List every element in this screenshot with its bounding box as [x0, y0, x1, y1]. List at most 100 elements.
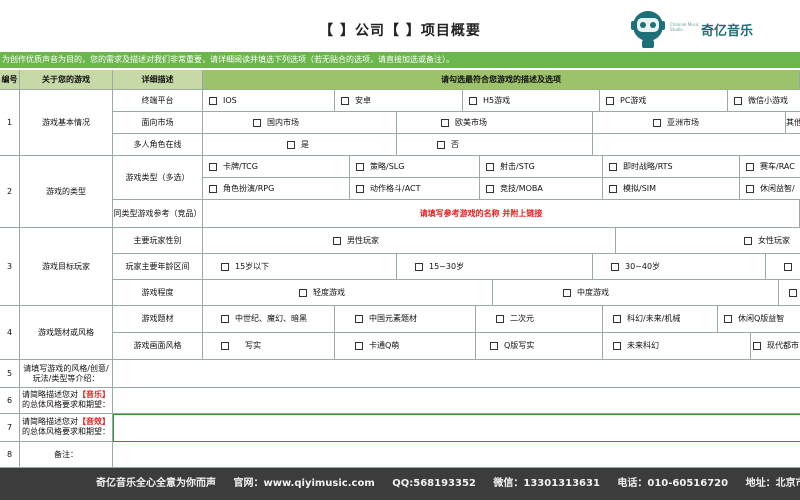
checkbox[interactable] [734, 96, 742, 105]
option-market[interactable]: 国内市场 [203, 112, 397, 134]
checkbox[interactable] [441, 118, 449, 127]
option-art[interactable]: 写实 [203, 333, 335, 360]
option-platform[interactable]: H5游戏 [463, 90, 600, 112]
checkbox[interactable] [221, 342, 229, 350]
checkbox[interactable] [469, 96, 477, 105]
option-gender[interactable]: 男性玩家 [203, 228, 616, 254]
checkbox[interactable] [437, 140, 445, 149]
checkbox[interactable] [355, 342, 363, 350]
checkbox[interactable] [486, 162, 494, 171]
section-title: 请简略描述您对【音效】的总体风格要求和期望： [20, 414, 113, 442]
option-genre[interactable]: 策略/SLG [350, 156, 480, 178]
checkbox[interactable] [209, 162, 217, 171]
header: 【 】公司【 】项目概要 Channel Music Studio 奇亿音乐 [0, 0, 800, 52]
checkbox[interactable] [606, 96, 614, 105]
option-art[interactable]: 卡通Q萌 [335, 333, 476, 360]
section-number: 8 [0, 442, 20, 468]
option-market[interactable]: 亚洲市场 [593, 112, 786, 134]
checkbox[interactable] [609, 184, 617, 193]
intro-input[interactable] [113, 360, 800, 388]
option-genre[interactable]: 即时战略/RTS [603, 156, 740, 178]
checkbox[interactable] [496, 315, 504, 323]
option-platform[interactable]: 微信小游戏 [728, 90, 800, 112]
checkbox[interactable] [609, 162, 617, 171]
checkbox[interactable] [221, 262, 229, 271]
checkbox[interactable] [490, 342, 498, 350]
checkbox[interactable] [784, 262, 792, 271]
option-age[interactable] [766, 254, 800, 280]
option-age[interactable]: 30~40岁 [593, 254, 766, 280]
section-number: 2 [0, 156, 20, 228]
row-label-age: 玩家主要年龄区间 [113, 254, 203, 280]
sfx-input[interactable] [113, 414, 800, 442]
checkbox[interactable] [341, 96, 349, 105]
option-degree[interactable]: 中度游戏 [493, 280, 779, 306]
option-platform[interactable]: IOS [203, 90, 335, 112]
checkbox[interactable] [355, 315, 363, 323]
option-genre[interactable]: 赛车/RAC [740, 156, 800, 178]
option-age[interactable]: 15~30岁 [397, 254, 593, 280]
checkbox[interactable] [744, 236, 752, 245]
footer: 奇亿音乐全心全意为你而声 官网：www.qiyimusic.com QQ:568… [0, 468, 800, 500]
checkbox[interactable] [209, 96, 217, 105]
checkbox[interactable] [746, 184, 754, 193]
logo-subtitle: Channel Music Studio [670, 22, 700, 32]
option-theme[interactable]: 科幻/未来/机械 [603, 306, 718, 333]
option-degree[interactable] [779, 280, 800, 306]
checkbox[interactable] [563, 288, 571, 297]
logo: Channel Music Studio 奇亿音乐 [628, 6, 798, 50]
option-age[interactable]: 15岁以下 [203, 254, 397, 280]
option-platform[interactable]: 安卓 [335, 90, 463, 112]
row-label-multiplayer: 多人角色在线 [113, 134, 203, 156]
checkbox[interactable] [221, 315, 229, 323]
checkbox[interactable] [356, 162, 364, 171]
empty-cell [593, 134, 800, 156]
option-genre[interactable]: 角色扮演/RPG [203, 178, 350, 200]
section-title: 游戏题材或风格 [20, 306, 113, 360]
music-input[interactable] [113, 388, 800, 414]
option-genre[interactable]: 动作格斗/ACT [350, 178, 480, 200]
checkbox[interactable] [789, 288, 797, 297]
checkbox[interactable] [356, 184, 364, 193]
option-art[interactable]: Q版写实 [476, 333, 603, 360]
reference-hint[interactable]: 请填写参考游戏的名称 并附上链接 [203, 200, 800, 228]
option-genre[interactable]: 竞技/MOBA [480, 178, 603, 200]
footer-site-link[interactable]: 官网：www.qiyimusic.com [233, 478, 374, 489]
checkbox[interactable] [611, 262, 619, 271]
option-art[interactable]: 现代都市 [751, 333, 800, 360]
option-genre[interactable]: 模拟/SIM [603, 178, 740, 200]
option-degree[interactable]: 轻度游戏 [203, 280, 493, 306]
checkbox[interactable] [486, 184, 494, 193]
checkbox[interactable] [753, 342, 761, 350]
checkbox[interactable] [653, 118, 661, 127]
option-genre[interactable]: 卡牌/TCG [203, 156, 350, 178]
checkbox[interactable] [613, 315, 621, 323]
checkbox[interactable] [415, 262, 423, 271]
option-theme[interactable]: 中世纪、魔幻、暗黑 [203, 306, 335, 333]
checkbox[interactable] [299, 288, 307, 297]
row-label-art: 游戏画面风格 [113, 333, 203, 360]
checkbox[interactable] [613, 342, 621, 350]
option-art[interactable]: 未来科幻 [603, 333, 751, 360]
option-multiplayer[interactable]: 是 [203, 134, 397, 156]
checkbox[interactable] [333, 236, 341, 245]
checkbox[interactable] [287, 140, 295, 149]
remarks-input[interactable] [113, 442, 800, 468]
option-market[interactable]: 欧美市场 [397, 112, 593, 134]
section-title: 请填写游戏的风格/创意/玩法/类型等介绍： [20, 360, 113, 388]
checkbox[interactable] [253, 118, 261, 127]
option-genre[interactable]: 射击/STG [480, 156, 603, 178]
option-gender[interactable]: 女性玩家 [616, 228, 800, 254]
option-multiplayer[interactable]: 否 [397, 134, 593, 156]
option-theme[interactable]: 休闲Q版益智 [718, 306, 800, 333]
checkbox[interactable] [209, 184, 217, 193]
option-theme[interactable]: 二次元 [476, 306, 603, 333]
logo-text: 奇亿音乐 [701, 24, 754, 39]
option-theme[interactable]: 中国元素题材 [335, 306, 476, 333]
option-market[interactable]: 其他 [786, 112, 800, 134]
row-label-reference: 同类型游戏参考（竞品） [113, 200, 203, 228]
option-genre[interactable]: 休闲益智/ [740, 178, 800, 200]
checkbox[interactable] [746, 162, 754, 171]
option-platform[interactable]: PC游戏 [600, 90, 728, 112]
checkbox[interactable] [724, 315, 732, 323]
